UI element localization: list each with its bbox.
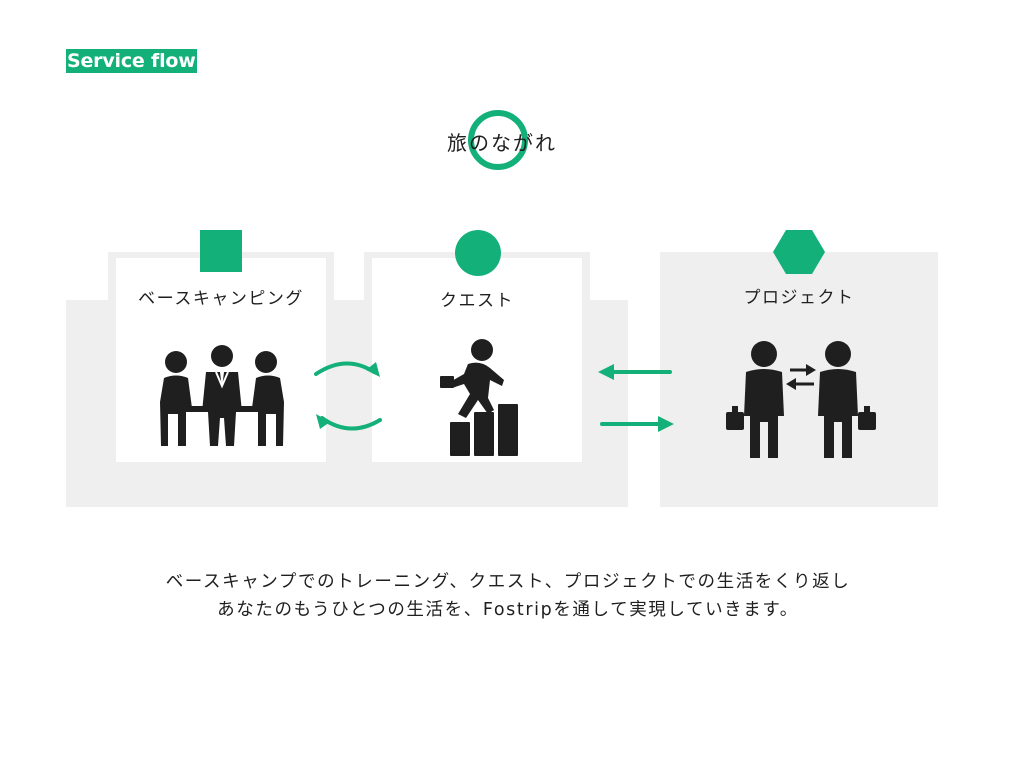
diagram-heading: 旅のながれ xyxy=(447,131,557,155)
caption-line-1: ベースキャンプでのトレーニング、クエスト、プロジェクトでの生活をくり返し xyxy=(165,572,851,592)
climbing-steps-icon xyxy=(440,339,518,456)
diagram-caption: ベースキャンプでのトレーニング、クエスト、プロジェクトでの生活をくり返し あなた… xyxy=(40,568,976,624)
step-label-project: プロジェクト xyxy=(743,288,855,308)
business-exchange-icon xyxy=(726,341,876,458)
square-marker-icon xyxy=(200,230,242,272)
caption-line-2: あなたのもうひとつの生活を、Fostripを通して実現していきます。 xyxy=(217,600,799,620)
step-label-basecamp: ベースキャンピング xyxy=(138,289,304,309)
section-tag: Service flow xyxy=(66,49,197,73)
team-meeting-icon xyxy=(160,345,284,446)
step-label-quest: クエスト xyxy=(440,291,514,311)
circle-marker-icon xyxy=(455,230,501,276)
cycle-arrows-icon xyxy=(314,361,382,431)
exchange-arrows-icon xyxy=(598,364,674,432)
hexagon-marker-icon xyxy=(773,230,825,274)
